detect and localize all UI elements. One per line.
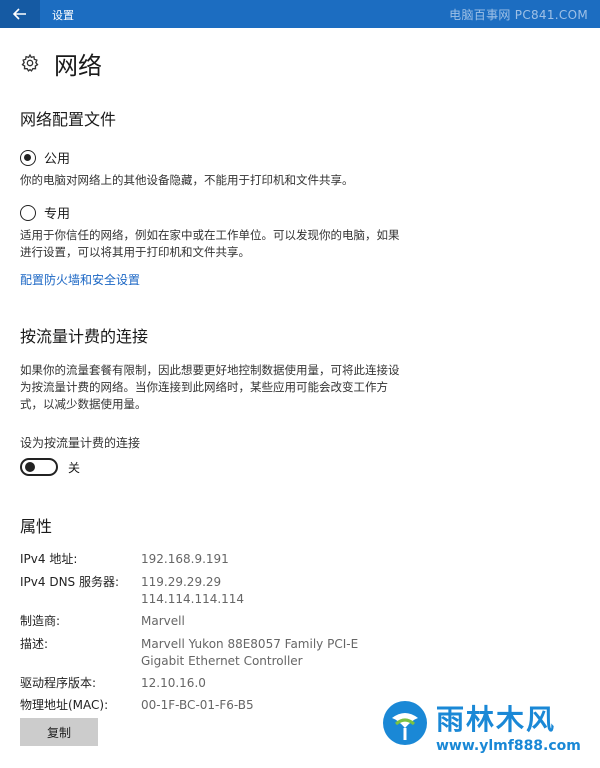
property-value: 192.168.9.191 (141, 552, 229, 566)
radio-indicator-public[interactable] (20, 149, 36, 166)
metered-description: 如果你的流量套餐有限制，因此想要更好地控制数据使用量，可将此连接设为按流量计费的… (20, 363, 400, 411)
property-key: IPv4 DNS 服务器: (20, 575, 120, 589)
toggle-state-text: 关 (68, 460, 81, 475)
toggle-knob (25, 462, 35, 472)
firewall-settings-link[interactable]: 配置防火墙和安全设置 (20, 271, 140, 288)
property-key: IPv4 地址: (20, 552, 78, 566)
radio-indicator-private[interactable] (20, 204, 36, 221)
property-value: Marvell (141, 614, 185, 628)
property-value: 119.29.29.29 114.114.114.114 (141, 575, 245, 606)
page-header: 网络 (20, 46, 102, 80)
property-row: 描述: Marvell Yukon 88E8057 Family PCI-E G… (20, 636, 580, 670)
window-title: 设置 (52, 9, 74, 22)
property-key: 描述: (20, 637, 49, 651)
site-logo: 雨林木风 www.ylmf888.com (380, 696, 595, 762)
property-row: 驱动程序版本: 12.10.16.0 (20, 675, 580, 692)
ylmf-logo-icon (383, 701, 427, 745)
property-key: 物理地址(MAC): (20, 698, 109, 712)
property-value: 12.10.16.0 (141, 676, 206, 690)
property-value: Marvell Yukon 88E8057 Family PCI-E Gigab… (141, 637, 359, 668)
radio-label-public: 公用 (44, 152, 71, 167)
property-key: 制造商: (20, 614, 61, 628)
back-button[interactable] (0, 0, 40, 28)
gear-icon (21, 53, 39, 72)
private-description: 适用于你信任的网络，例如在家中或在工作单位。可以发现你的电脑，如果进行设置，可以… (20, 228, 400, 259)
logo-url: www.ylmf888.com (436, 738, 581, 754)
public-description: 你的电脑对网络上的其他设备隐藏，不能用于打印机和文件共享。 (20, 173, 354, 187)
radio-private[interactable]: 专用 (20, 203, 70, 222)
logo-text: 雨林木风 (436, 703, 557, 736)
title-bar: 设置 电脑百事网 PC841.COM (0, 0, 600, 28)
property-key: 驱动程序版本: (20, 676, 97, 690)
metered-toggle-label: 设为按流量计费的连接 (20, 436, 141, 450)
site-watermark: 电脑百事网 PC841.COM (449, 8, 588, 22)
property-row: 制造商: Marvell (20, 613, 580, 630)
network-profile-title: 网络配置文件 (20, 110, 117, 129)
radio-public[interactable]: 公用 (20, 148, 70, 167)
page-title: 网络 (54, 51, 102, 80)
metered-connection-title: 按流量计费的连接 (20, 327, 149, 346)
radio-label-private: 专用 (44, 207, 71, 222)
copy-button[interactable]: 复制 (20, 718, 98, 746)
properties-title: 属性 (20, 517, 53, 536)
property-row: IPv4 DNS 服务器: 119.29.29.29 114.114.114.1… (20, 574, 580, 608)
property-row: IPv4 地址: 192.168.9.191 (20, 551, 580, 568)
metered-toggle-row: 关 (20, 458, 80, 476)
metered-toggle[interactable] (20, 458, 58, 476)
back-arrow-icon (13, 8, 26, 20)
